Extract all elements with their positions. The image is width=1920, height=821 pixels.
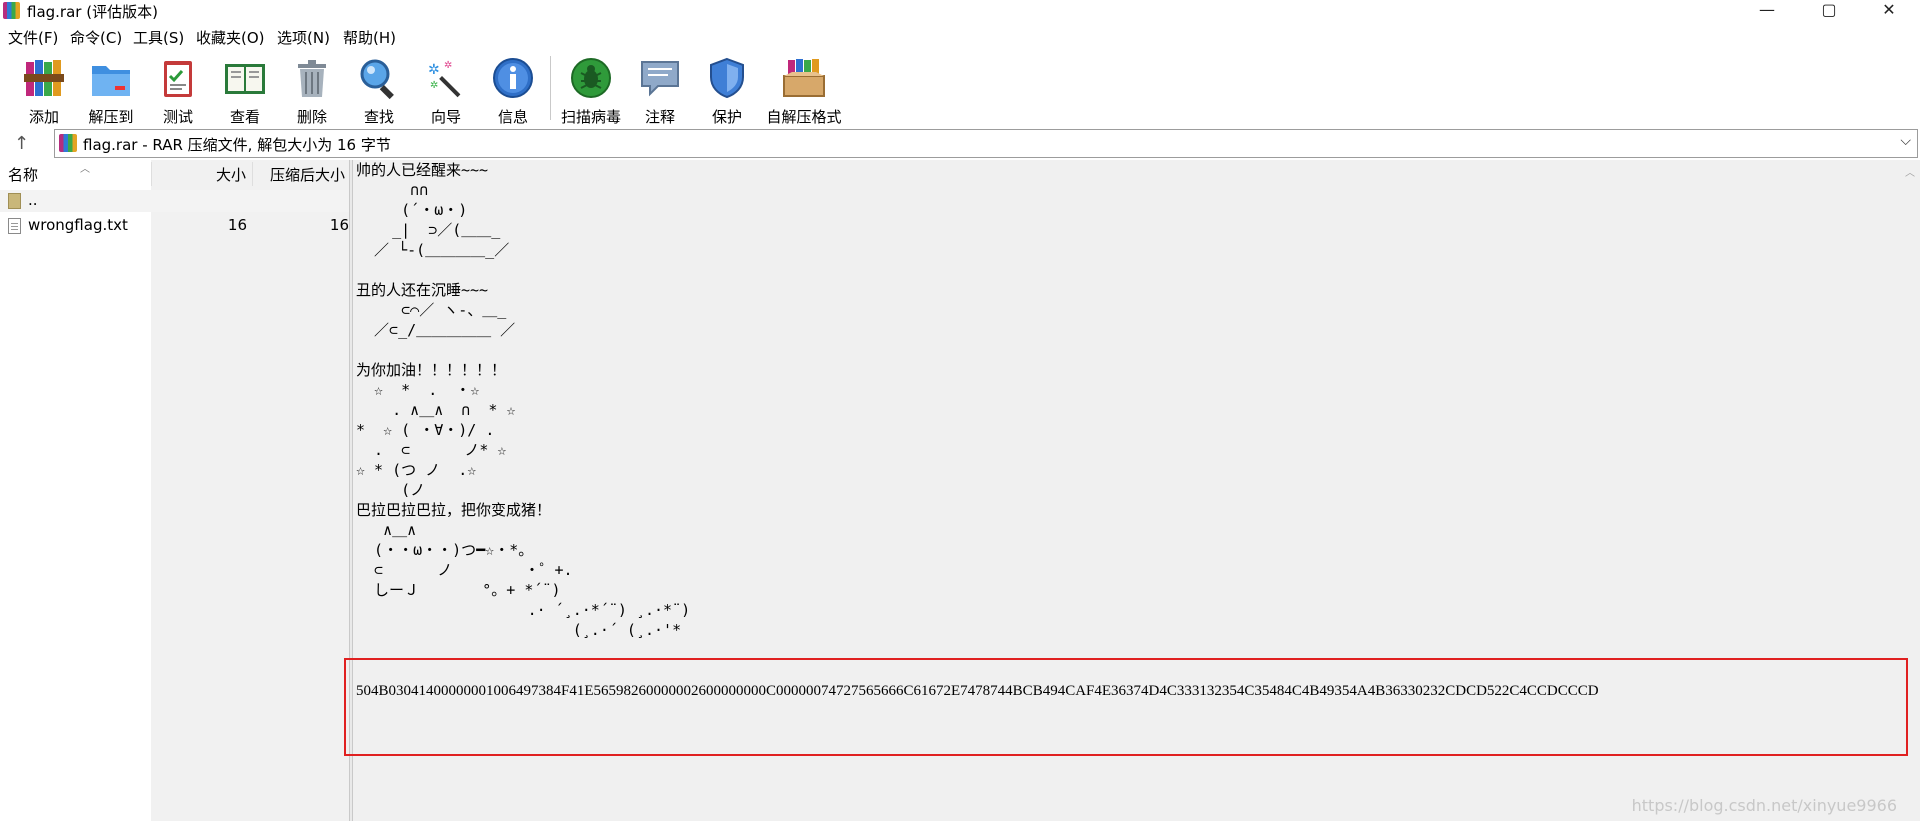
virus-scan-icon [569,56,613,100]
file-name: wrongflag.txt [28,216,128,234]
test-clipboard-icon [156,56,200,100]
wizard-button[interactable]: ✲ ✲ ✲ 向导 [411,56,481,127]
toolbar: 添加 解压到 测试 查看 删除 查找 ✲ ✲ ✲ 向导 信息 扫描病毒 注释 保… [0,50,1920,126]
column-divider[interactable] [252,162,253,186]
scroll-up-icon[interactable]: ︿ [1905,164,1915,179]
view-label: 查看 [229,108,260,126]
winrar-app-icon [3,2,20,19]
title-bar: flag.rar (评估版本) — ▢ ✕ [0,0,1920,22]
menu-file[interactable]: 文件(F) [6,27,60,48]
address-field[interactable]: flag.rar - RAR 压缩文件, 解包大小为 16 字节 ⌵ [54,129,1918,158]
text-file-icon [8,218,21,234]
protect-button[interactable]: 保护 [692,56,762,127]
find-button[interactable]: 查找 [344,56,414,127]
column-header-size[interactable]: 大小 [216,164,246,185]
test-button[interactable]: 测试 [143,56,213,127]
file-packed-size: 16 [329,216,349,234]
wizard-wand-icon: ✲ ✲ ✲ [424,56,468,100]
size-columns [151,160,349,821]
info-label: 信息 [497,108,528,126]
comment-icon [638,56,682,100]
column-header-name[interactable]: ︿ 名称 [8,164,90,185]
menu-options[interactable]: 选项(N) [275,27,332,48]
menu-favorites[interactable]: 收藏夹(O) [194,27,267,48]
trash-icon [290,56,334,100]
svg-text:✲: ✲ [444,60,452,71]
sfx-button[interactable]: 自解压格式 [762,56,846,127]
name-column [0,160,151,821]
folder-icon [8,193,21,209]
menu-help[interactable]: 帮助(H) [341,27,398,48]
column-header-name-label: 名称 [8,166,39,184]
extract-to-button[interactable]: 解压到 [76,56,146,127]
add-label: 添加 [28,108,59,126]
comment-button[interactable]: 注释 [625,56,695,127]
sfx-box-icon [782,56,826,100]
virus-scan-label: 扫描病毒 [560,108,621,126]
view-button[interactable]: 查看 [210,56,280,127]
menu-command[interactable]: 命令(C) [68,27,124,48]
delete-button[interactable]: 删除 [277,56,347,127]
protect-label: 保护 [711,108,742,126]
menu-tools[interactable]: 工具(S) [131,27,186,48]
file-size: 16 [227,216,247,234]
chevron-down-icon[interactable]: ⌵ [1900,133,1911,149]
sfx-label: 自解压格式 [766,108,842,126]
svg-text:✲: ✲ [428,62,440,78]
parent-folder-label: .. [28,191,38,209]
close-button[interactable]: ✕ [1866,0,1912,22]
window-title: flag.rar (评估版本) [27,3,158,21]
info-icon [491,56,535,100]
list-item[interactable]: wrongflag.txt 16 16 [0,215,349,237]
rar-archive-icon [59,134,77,152]
view-book-icon [223,56,267,100]
test-label: 测试 [162,108,193,126]
file-list: ︿ 名称 大小 压缩后大小 .. wrongflag.txt 16 16 [0,160,349,821]
delete-label: 删除 [296,108,327,126]
magnifier-icon [357,56,401,100]
highlight-box [344,658,1908,756]
list-item-parent-folder[interactable]: .. [0,190,349,212]
toolbar-separator [550,56,551,120]
sort-ascending-icon: ︿ [80,164,90,175]
comment-label: 注释 [644,108,675,126]
up-one-level-button[interactable]: ↑ [14,133,29,154]
column-divider[interactable] [151,162,152,186]
virus-scan-button[interactable]: 扫描病毒 [556,56,626,127]
shield-icon [705,56,749,100]
address-text: flag.rar - RAR 压缩文件, 解包大小为 16 字节 [83,136,391,154]
maximize-button[interactable]: ▢ [1806,0,1852,22]
extract-folder-icon [89,56,133,100]
column-header-packed[interactable]: 压缩后大小 [270,164,345,185]
watermark: https://blog.csdn.net/xinyue9966 [1631,796,1897,815]
info-button[interactable]: 信息 [478,56,548,127]
address-bar: ↑ flag.rar - RAR 压缩文件, 解包大小为 16 字节 ⌵ [0,127,1920,159]
extract-to-label: 解压到 [88,108,134,126]
menu-bar: 文件(F) 命令(C) 工具(S) 收藏夹(O) 选项(N) 帮助(H) [0,24,1920,50]
wizard-label: 向导 [430,108,461,126]
archive-comment-text: 帅的人已经醒来~~~ ∩∩ (´・ω・) _| ⊃／(＿＿_ ／ └-(＿＿＿＿… [356,161,691,639]
minimize-button[interactable]: — [1744,0,1790,22]
add-button[interactable]: 添加 [9,56,79,127]
add-books-icon [22,56,66,100]
svg-text:✲: ✲ [430,80,438,91]
find-label: 查找 [363,108,394,126]
